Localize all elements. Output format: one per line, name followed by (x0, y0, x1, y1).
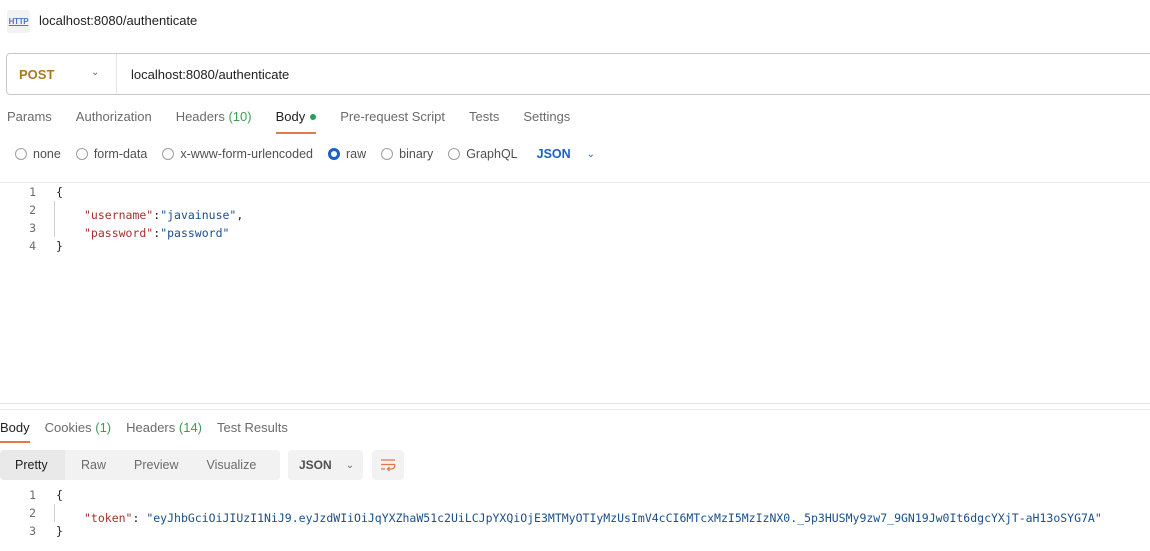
tab-settings[interactable]: Settings (523, 106, 570, 132)
code-line: 2 "username":"javainuse", (0, 201, 243, 222)
request-title-bar: HTTP localhost:8080/authenticate (0, 0, 1150, 44)
tab-authorization[interactable]: Authorization (76, 106, 152, 132)
chevron-down-icon: ⌄ (91, 67, 100, 78)
json-value: "password" (160, 226, 230, 240)
divider (0, 409, 1150, 410)
line-number: 2 (29, 203, 36, 217)
wrap-lines-button[interactable] (372, 450, 404, 480)
code-line: 1 { (0, 183, 243, 201)
body-type-urlencoded[interactable]: x-www-form-urlencoded (162, 147, 313, 161)
line-number: 3 (29, 524, 36, 538)
body-modified-dot-icon (310, 113, 317, 120)
radio-icon[interactable] (15, 148, 27, 160)
radio-icon[interactable] (448, 148, 461, 160)
code-line: 1 { (0, 486, 1102, 504)
pane-resize-handle[interactable] (0, 403, 1150, 404)
response-format-select[interactable]: JSON ⌄ (288, 450, 363, 480)
cookies-count: (1) (95, 420, 112, 435)
tab-headers[interactable]: Headers (10) (176, 106, 252, 132)
response-body-viewer[interactable]: 1 { 2 "token": "eyJhbGciOiJIUzI1NiJ9.eyJ… (0, 486, 1102, 540)
response-headers-count: (14) (178, 420, 203, 435)
response-view-selector: Pretty Raw Preview Visualize (0, 450, 280, 480)
body-type-none[interactable]: none (15, 147, 61, 161)
tab-body[interactable]: Body (275, 106, 317, 134)
code-line: 3 "password":"password" (0, 219, 243, 240)
url-input[interactable]: localhost:8080/authenticate (117, 67, 289, 82)
body-type-raw[interactable]: raw (328, 147, 366, 161)
radio-icon[interactable] (162, 148, 175, 160)
tab-response-headers[interactable]: Headers (14) (126, 417, 202, 441)
line-number: 3 (29, 221, 36, 235)
line-number: 4 (29, 239, 36, 253)
response-tabs: Body Cookies (1) Headers (14) Test Resul… (0, 417, 303, 443)
url-bar: POST ⌄ localhost:8080/authenticate (6, 53, 1150, 95)
headers-count: (10) (228, 109, 252, 124)
tab-cookies[interactable]: Cookies (1) (45, 417, 111, 441)
radio-icon[interactable] (75, 148, 88, 160)
radio-checked-icon[interactable] (328, 148, 340, 160)
body-type-options: none form-data x-www-form-urlencoded raw… (15, 143, 595, 165)
view-pretty[interactable]: Pretty (0, 450, 65, 480)
indent-guide (54, 201, 84, 219)
indent-guide (54, 504, 84, 522)
line-number: 1 (29, 185, 36, 199)
request-title[interactable]: localhost:8080/authenticate (39, 13, 197, 28)
view-visualize[interactable]: Visualize (206, 450, 256, 480)
body-type-form-data[interactable]: form-data (75, 147, 147, 161)
line-number: 1 (29, 488, 36, 502)
body-type-graphql[interactable]: GraphQL (448, 147, 518, 161)
body-type-binary[interactable]: binary (381, 147, 433, 161)
http-request-icon: HTTP (7, 10, 30, 33)
json-key: "password" (84, 226, 154, 240)
json-key: "token" (84, 511, 133, 525)
indent-guide (54, 219, 84, 237)
token-value: "eyJhbGciOiJIUzI1NiJ9.eyJzdWIiOiJqYXZhaW… (146, 511, 1102, 525)
tab-test-results[interactable]: Test Results (217, 417, 288, 441)
raw-format-select[interactable]: JSON ⌄ (537, 147, 595, 161)
wrap-lines-icon (381, 459, 396, 472)
method-label: POST (19, 66, 55, 82)
view-preview[interactable]: Preview (134, 450, 178, 480)
tab-pre-request-script[interactable]: Pre-request Script (340, 106, 445, 132)
chevron-down-icon: ⌄ (586, 148, 596, 160)
tab-response-body[interactable]: Body (0, 417, 30, 443)
chevron-down-icon: ⌄ (345, 459, 355, 471)
request-body-editor[interactable]: 1 { 2 "username":"javainuse", 3 "passwor… (0, 182, 243, 255)
radio-icon[interactable] (381, 148, 394, 160)
method-select[interactable]: POST ⌄ (7, 54, 117, 94)
code-line: 2 "token": "eyJhbGciOiJIUzI1NiJ9.eyJzdWI… (0, 504, 1102, 525)
view-raw[interactable]: Raw (81, 450, 106, 480)
tab-tests[interactable]: Tests (469, 106, 499, 132)
line-number: 2 (29, 506, 36, 520)
request-tabs: Params Authorization Headers (10) Body P… (0, 106, 594, 134)
tab-params[interactable]: Params (0, 106, 52, 132)
